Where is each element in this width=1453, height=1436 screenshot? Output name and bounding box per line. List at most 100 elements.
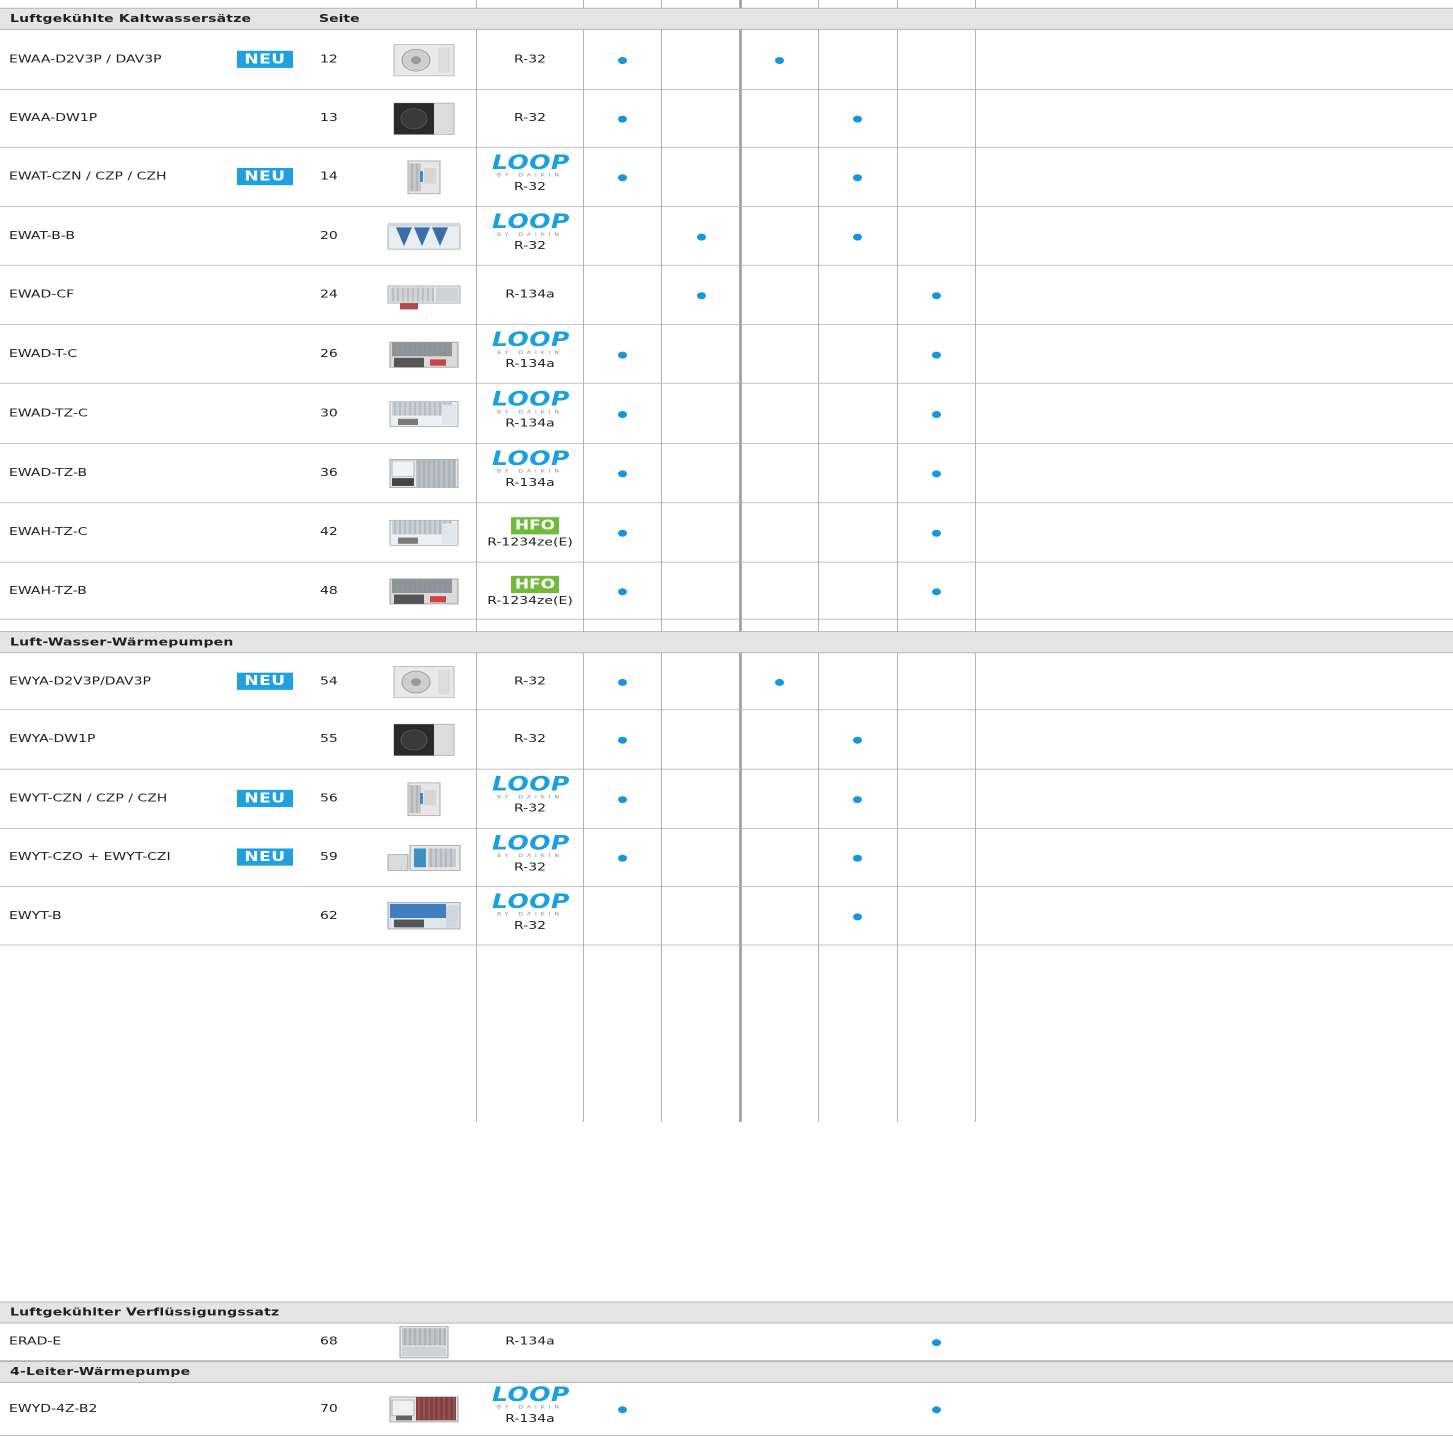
product-name: EWAD-T-C [9,347,78,360]
product-image [386,782,462,817]
refrigerant-label: R-32 [513,802,547,815]
feature-dot [853,912,862,920]
page-number: 20 [320,229,338,242]
row-divider [0,561,1453,563]
new-badge: NEU [237,789,293,808]
refrigerant-label: R-134a [505,1335,555,1348]
product-image [386,1325,462,1359]
loop-logo-subtext: BY DAIKIN [497,794,563,801]
refrigerant-label: R-134a [505,288,555,301]
section-title: Luftgekühlte Kaltwassersätze [10,12,252,26]
page-number: 62 [320,909,338,922]
refrigerant-label: R-32 [513,919,547,932]
page-number: 68 [320,1335,338,1348]
feature-dot [853,115,862,123]
row-divider [0,89,1453,90]
product-name: EWYA-D2V3P/DAV3P [9,674,151,688]
page-number: 12 [320,52,338,66]
new-badge: NEU [237,167,293,186]
hfo-badge: HFO [511,575,559,593]
product-name: EWAT-CZN / CZP / CZH [9,170,167,183]
loop-logo-text: LOOP [492,209,570,233]
page-number: 13 [320,111,338,125]
page-number: 48 [320,584,338,597]
product-name: EWAH-TZ-B [9,584,87,597]
loop-logo-text: LOOP [492,831,570,854]
feature-dot [618,529,627,537]
product-image [386,396,462,430]
page-number: 30 [320,406,338,420]
page-number: 24 [320,288,338,301]
refrigerant-label: R-32 [513,180,547,193]
product-name: EWYA-DW1P [9,732,96,746]
loop-logo-text: LOOP [492,446,570,470]
page-number: 14 [320,170,338,183]
loop-logo-text: LOOP [492,772,570,796]
feature-dot [775,678,784,686]
product-image [386,43,462,77]
product-name: EWAA-DW1P [9,111,98,125]
row-divider [0,264,1453,266]
section-title: Luft-Wasser-Wärmepumpen [10,635,234,649]
product-name: EWYD-4Z-B2 [9,1402,98,1415]
page-number: 42 [320,525,338,539]
section-title: Luftgekühlter Verflüssigungssatz [10,1306,280,1319]
refrigerant-label: R-134a [505,357,555,370]
feature-dot [932,529,941,537]
product-overview-table: Luftgekühlte Kaltwassersätze Seite EWAA-D2… [0,0,1453,1436]
refrigerant-label: R-134a [505,476,555,490]
row-divider [0,442,1453,444]
product-name: EWAT-B-B [9,229,75,242]
product-name: EWAA-D2V3P / DAV3P [9,52,162,66]
loop-logo-subtext: BY DAIKIN [497,409,563,415]
page-number: 55 [320,732,338,746]
product-image [386,160,462,195]
product-name: EWAD-TZ-C [9,406,88,420]
feature-dot [932,1406,941,1414]
refrigerant-label: R-32 [513,52,547,66]
row-divider [0,382,1453,384]
loop-logo-text: LOOP [492,889,570,913]
row-divider [0,618,1453,620]
product-name: EWYT-CZO + EWYT-CZI [9,850,171,864]
section-header: Luft-Wasser-Wärmepumpen [0,631,1453,654]
loop-logo-subtext: BY DAIKIN [497,853,563,859]
refrigerant-label: R-32 [513,732,547,746]
loop-logo-subtext: BY DAIKIN [497,231,563,238]
row-divider [0,768,1453,770]
loop-logo-subtext: BY DAIKIN [497,911,563,917]
loop-logo-text: LOOP [492,150,570,174]
feature-dot [618,174,627,182]
feature-dot [775,56,784,64]
product-name: EWYT-B [9,909,62,922]
row-divider [0,944,1453,946]
feature-dot [932,351,941,359]
feature-dot [853,796,862,804]
row-divider [0,502,1453,504]
feature-dot [932,292,941,300]
feature-dot [618,796,627,804]
refrigerant-label: R-32 [513,860,547,874]
feature-dot [618,854,627,862]
feature-dot [618,351,627,359]
product-image [386,516,462,550]
feature-dot [618,115,627,123]
page-number: 36 [320,466,338,479]
product-image [386,1392,462,1426]
loop-logo-text: LOOP [492,1382,570,1406]
feature-dot [618,678,627,686]
section-header: 4-Leiter-Wärmepumpe [0,1360,1453,1383]
refrigerant-label: R-32 [513,674,547,688]
feature-dot [853,854,862,862]
page-number: 59 [320,850,338,864]
product-image [386,219,462,253]
product-image [386,899,462,933]
product-image [386,723,462,757]
product-image [386,102,462,136]
row-divider [0,885,1453,887]
feature-dot [932,587,941,595]
row-divider [0,709,1453,711]
row-divider [0,206,1453,208]
loop-logo-text: LOOP [492,327,570,351]
refrigerant-label: R-134a [505,1412,555,1426]
